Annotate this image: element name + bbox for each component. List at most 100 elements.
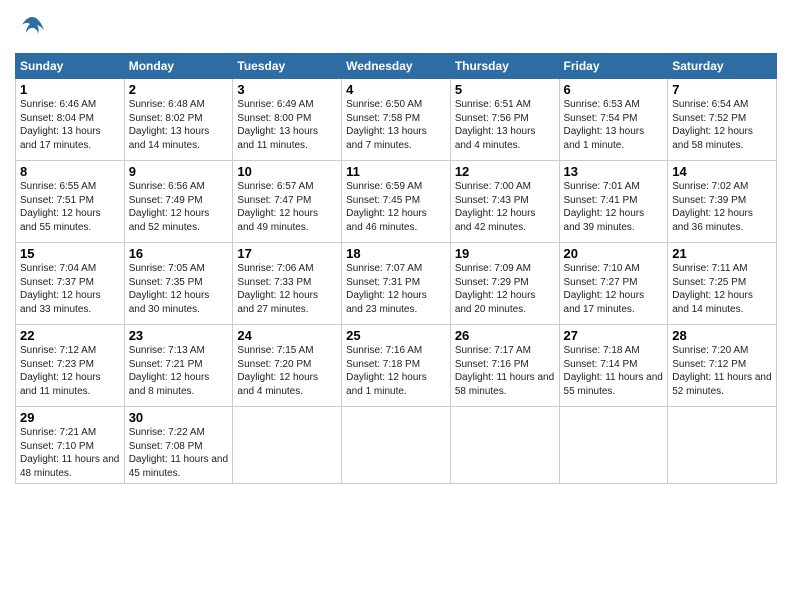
day-number: 27 — [564, 328, 664, 343]
day-number: 26 — [455, 328, 555, 343]
day-number: 18 — [346, 246, 446, 261]
table-row: 27Sunrise: 7:18 AMSunset: 7:14 PMDayligh… — [559, 325, 668, 407]
day-info: Sunrise: 7:12 AMSunset: 7:23 PMDaylight:… — [20, 344, 120, 398]
table-row — [233, 407, 342, 484]
day-info: Sunrise: 7:13 AMSunset: 7:21 PMDaylight:… — [129, 344, 229, 398]
day-info: Sunrise: 6:46 AMSunset: 8:04 PMDaylight:… — [20, 98, 120, 152]
table-row: 21Sunrise: 7:11 AMSunset: 7:25 PMDayligh… — [668, 243, 777, 325]
day-number: 30 — [129, 410, 229, 425]
table-row: 24Sunrise: 7:15 AMSunset: 7:20 PMDayligh… — [233, 325, 342, 407]
day-number: 14 — [672, 164, 772, 179]
day-info: Sunrise: 7:06 AMSunset: 7:33 PMDaylight:… — [237, 262, 337, 316]
table-row: 30Sunrise: 7:22 AMSunset: 7:08 PMDayligh… — [124, 407, 233, 484]
table-row: 23Sunrise: 7:13 AMSunset: 7:21 PMDayligh… — [124, 325, 233, 407]
calendar-week-row: 29Sunrise: 7:21 AMSunset: 7:10 PMDayligh… — [16, 407, 777, 484]
table-row: 25Sunrise: 7:16 AMSunset: 7:18 PMDayligh… — [342, 325, 451, 407]
col-thursday: Thursday — [450, 54, 559, 79]
table-row: 5Sunrise: 6:51 AMSunset: 7:56 PMDaylight… — [450, 79, 559, 161]
day-number: 23 — [129, 328, 229, 343]
day-info: Sunrise: 6:48 AMSunset: 8:02 PMDaylight:… — [129, 98, 229, 152]
day-number: 1 — [20, 82, 120, 97]
day-number: 5 — [455, 82, 555, 97]
day-info: Sunrise: 6:50 AMSunset: 7:58 PMDaylight:… — [346, 98, 446, 152]
table-row: 18Sunrise: 7:07 AMSunset: 7:31 PMDayligh… — [342, 243, 451, 325]
day-number: 6 — [564, 82, 664, 97]
table-row: 3Sunrise: 6:49 AMSunset: 8:00 PMDaylight… — [233, 79, 342, 161]
table-row: 15Sunrise: 7:04 AMSunset: 7:37 PMDayligh… — [16, 243, 125, 325]
day-info: Sunrise: 7:17 AMSunset: 7:16 PMDaylight:… — [455, 344, 555, 398]
day-info: Sunrise: 7:18 AMSunset: 7:14 PMDaylight:… — [564, 344, 664, 398]
table-row: 29Sunrise: 7:21 AMSunset: 7:10 PMDayligh… — [16, 407, 125, 484]
logo-bird-icon — [18, 15, 46, 37]
day-info: Sunrise: 7:02 AMSunset: 7:39 PMDaylight:… — [672, 180, 772, 234]
table-row: 26Sunrise: 7:17 AMSunset: 7:16 PMDayligh… — [450, 325, 559, 407]
calendar-week-row: 1Sunrise: 6:46 AMSunset: 8:04 PMDaylight… — [16, 79, 777, 161]
day-number: 4 — [346, 82, 446, 97]
day-info: Sunrise: 6:54 AMSunset: 7:52 PMDaylight:… — [672, 98, 772, 152]
day-number: 21 — [672, 246, 772, 261]
day-number: 11 — [346, 164, 446, 179]
day-info: Sunrise: 7:21 AMSunset: 7:10 PMDaylight:… — [20, 426, 120, 480]
table-row — [450, 407, 559, 484]
calendar-header-row: Sunday Monday Tuesday Wednesday Thursday… — [16, 54, 777, 79]
table-row: 8Sunrise: 6:55 AMSunset: 7:51 PMDaylight… — [16, 161, 125, 243]
col-sunday: Sunday — [16, 54, 125, 79]
table-row: 22Sunrise: 7:12 AMSunset: 7:23 PMDayligh… — [16, 325, 125, 407]
day-info: Sunrise: 6:59 AMSunset: 7:45 PMDaylight:… — [346, 180, 446, 234]
day-info: Sunrise: 7:16 AMSunset: 7:18 PMDaylight:… — [346, 344, 446, 398]
day-info: Sunrise: 6:49 AMSunset: 8:00 PMDaylight:… — [237, 98, 337, 152]
table-row: 1Sunrise: 6:46 AMSunset: 8:04 PMDaylight… — [16, 79, 125, 161]
day-number: 17 — [237, 246, 337, 261]
day-number: 3 — [237, 82, 337, 97]
day-info: Sunrise: 7:15 AMSunset: 7:20 PMDaylight:… — [237, 344, 337, 398]
table-row: 13Sunrise: 7:01 AMSunset: 7:41 PMDayligh… — [559, 161, 668, 243]
calendar-week-row: 22Sunrise: 7:12 AMSunset: 7:23 PMDayligh… — [16, 325, 777, 407]
table-row: 17Sunrise: 7:06 AMSunset: 7:33 PMDayligh… — [233, 243, 342, 325]
day-number: 10 — [237, 164, 337, 179]
day-number: 9 — [129, 164, 229, 179]
day-number: 25 — [346, 328, 446, 343]
day-info: Sunrise: 6:55 AMSunset: 7:51 PMDaylight:… — [20, 180, 120, 234]
table-row: 6Sunrise: 6:53 AMSunset: 7:54 PMDaylight… — [559, 79, 668, 161]
table-row: 20Sunrise: 7:10 AMSunset: 7:27 PMDayligh… — [559, 243, 668, 325]
day-number: 7 — [672, 82, 772, 97]
day-info: Sunrise: 7:04 AMSunset: 7:37 PMDaylight:… — [20, 262, 120, 316]
page-container: Sunday Monday Tuesday Wednesday Thursday… — [0, 0, 792, 612]
day-info: Sunrise: 6:57 AMSunset: 7:47 PMDaylight:… — [237, 180, 337, 234]
table-row: 10Sunrise: 6:57 AMSunset: 7:47 PMDayligh… — [233, 161, 342, 243]
day-number: 16 — [129, 246, 229, 261]
table-row: 2Sunrise: 6:48 AMSunset: 8:02 PMDaylight… — [124, 79, 233, 161]
table-row: 14Sunrise: 7:02 AMSunset: 7:39 PMDayligh… — [668, 161, 777, 243]
day-info: Sunrise: 7:05 AMSunset: 7:35 PMDaylight:… — [129, 262, 229, 316]
col-friday: Friday — [559, 54, 668, 79]
day-info: Sunrise: 7:11 AMSunset: 7:25 PMDaylight:… — [672, 262, 772, 316]
day-info: Sunrise: 6:51 AMSunset: 7:56 PMDaylight:… — [455, 98, 555, 152]
day-number: 28 — [672, 328, 772, 343]
calendar-table: Sunday Monday Tuesday Wednesday Thursday… — [15, 53, 777, 484]
table-row: 7Sunrise: 6:54 AMSunset: 7:52 PMDaylight… — [668, 79, 777, 161]
table-row: 28Sunrise: 7:20 AMSunset: 7:12 PMDayligh… — [668, 325, 777, 407]
calendar-week-row: 15Sunrise: 7:04 AMSunset: 7:37 PMDayligh… — [16, 243, 777, 325]
table-row: 9Sunrise: 6:56 AMSunset: 7:49 PMDaylight… — [124, 161, 233, 243]
day-info: Sunrise: 6:56 AMSunset: 7:49 PMDaylight:… — [129, 180, 229, 234]
col-wednesday: Wednesday — [342, 54, 451, 79]
table-row: 12Sunrise: 7:00 AMSunset: 7:43 PMDayligh… — [450, 161, 559, 243]
day-number: 15 — [20, 246, 120, 261]
table-row: 4Sunrise: 6:50 AMSunset: 7:58 PMDaylight… — [342, 79, 451, 161]
col-monday: Monday — [124, 54, 233, 79]
day-info: Sunrise: 7:20 AMSunset: 7:12 PMDaylight:… — [672, 344, 772, 398]
day-number: 22 — [20, 328, 120, 343]
table-row — [559, 407, 668, 484]
page-header — [15, 15, 777, 45]
table-row: 16Sunrise: 7:05 AMSunset: 7:35 PMDayligh… — [124, 243, 233, 325]
col-tuesday: Tuesday — [233, 54, 342, 79]
day-number: 19 — [455, 246, 555, 261]
col-saturday: Saturday — [668, 54, 777, 79]
day-number: 2 — [129, 82, 229, 97]
day-info: Sunrise: 7:01 AMSunset: 7:41 PMDaylight:… — [564, 180, 664, 234]
day-info: Sunrise: 7:00 AMSunset: 7:43 PMDaylight:… — [455, 180, 555, 234]
day-number: 24 — [237, 328, 337, 343]
day-info: Sunrise: 7:10 AMSunset: 7:27 PMDaylight:… — [564, 262, 664, 316]
logo — [15, 15, 46, 45]
day-number: 8 — [20, 164, 120, 179]
